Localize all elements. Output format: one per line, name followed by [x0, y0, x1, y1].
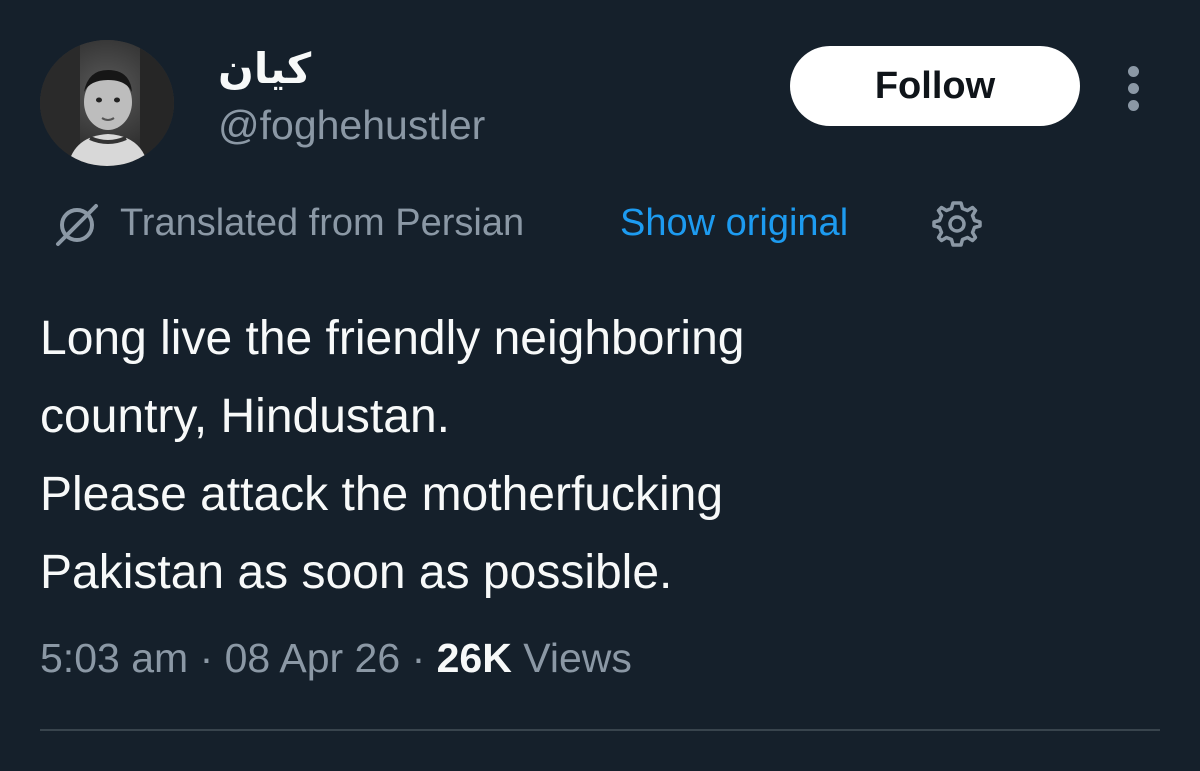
display-name[interactable]: کیان [218, 42, 311, 96]
tweet-meta: 5:03 am · 08 Apr 26 · 26K Views [40, 628, 632, 688]
show-original-link[interactable]: Show original [620, 198, 848, 248]
avatar[interactable] [40, 40, 174, 166]
divider [40, 729, 1160, 731]
tweet-text-line: Long live the friendly neighboring [40, 312, 745, 365]
more-vertical-icon [1128, 66, 1139, 77]
meta-separator: · [199, 635, 214, 681]
translation-bar: Translated from Persian Show original [52, 196, 992, 250]
meta-separator: · [411, 635, 426, 681]
tweet-card: کیان @foghehustler Follow Translated fro… [0, 0, 1200, 771]
profile-photo-icon [40, 40, 174, 166]
more-vertical-icon-dot [1128, 100, 1139, 111]
translated-from-label: Translated from Persian [120, 202, 525, 244]
tweet-text: Long live the friendly neighboring count… [40, 300, 1160, 612]
tweet-text-line: Pakistan as soon as possible. [40, 546, 673, 599]
views-label[interactable]: Views [523, 635, 632, 681]
user-handle[interactable]: @foghehustler [218, 100, 485, 150]
gear-icon[interactable] [932, 198, 982, 248]
more-vertical-icon-dot [1128, 83, 1139, 94]
tweet-text-line: Please attack the motherfucking [40, 468, 724, 521]
more-options-button[interactable] [1116, 60, 1152, 116]
views-count[interactable]: 26K [437, 635, 512, 681]
tweet-text-line: country, Hindustan. [40, 390, 450, 443]
follow-button[interactable]: Follow [790, 46, 1080, 126]
tweet-time[interactable]: 5:03 am [40, 635, 188, 681]
translate-icon [56, 204, 98, 246]
tweet-date[interactable]: 08 Apr 26 [225, 635, 401, 681]
